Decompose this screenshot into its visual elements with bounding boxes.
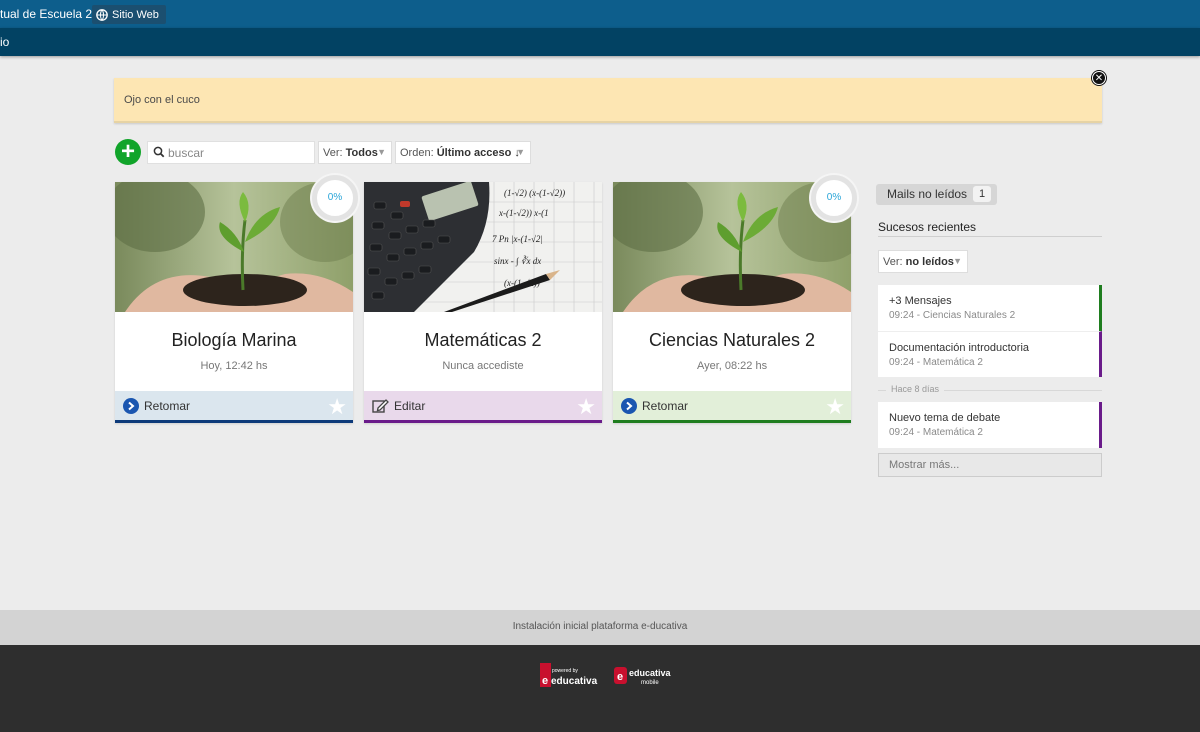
recent-events-title: Sucesos recientes <box>878 220 977 234</box>
svg-text:7 Pn |x-(1-√2|: 7 Pn |x-(1-√2| <box>492 234 543 244</box>
resume-arrow-icon <box>621 398 637 414</box>
course-card[interactable]: Ciencias Naturales 2 Ayer, 08:22 hs Reto… <box>613 182 851 423</box>
events-filter-value: no leídos <box>905 256 954 268</box>
favorite-star-icon[interactable]: ★ <box>825 394 845 420</box>
nav-bar: io <box>0 28 1200 56</box>
site-name[interactable]: tual de Escuela 2.0 <box>0 7 102 21</box>
search-input[interactable] <box>168 144 308 161</box>
search-icon <box>153 146 165 158</box>
course-card[interactable]: (1-√2) (x-(1-√2)) x-(1-√2)) x-(1 7 Pn |x… <box>364 182 602 423</box>
course-progress-badge: 0% <box>811 175 857 221</box>
alert-banner: Ojo con el cuco <box>114 78 1102 123</box>
svg-text:sinx - ∫ ∛x dx: sinx - ∫ ∛x dx <box>494 255 541 267</box>
view-filter-label: Ver: <box>323 147 343 159</box>
course-title[interactable]: Matemáticas 2 <box>364 330 602 351</box>
event-title: Nuevo tema de debate <box>889 412 1001 424</box>
svg-text:x-(1-√2)) x-(1: x-(1-√2)) x-(1 <box>498 208 549 218</box>
nav-item[interactable]: io <box>0 35 9 49</box>
order-label: Orden: <box>400 147 434 159</box>
caret-down-icon: ▼ <box>516 147 525 157</box>
add-course-button[interactable]: + <box>115 139 141 165</box>
website-button-label: Sitio Web <box>112 8 159 21</box>
svg-text:mobile: mobile <box>641 680 659 686</box>
favorite-star-icon[interactable]: ★ <box>576 394 596 420</box>
resume-button-label: Retomar <box>144 399 191 413</box>
favorite-star-icon[interactable]: ★ <box>327 394 347 420</box>
footer-logos <box>0 645 1200 732</box>
course-card[interactable]: Biología Marina Hoy, 12:42 hs Retomar ★ <box>115 182 353 423</box>
order-select[interactable]: Orden: Último acceso ↓ ▼ <box>395 141 531 164</box>
event-item[interactable]: +3 Mensajes 09:24 - Ciencias Naturales 2 <box>878 285 1102 331</box>
unread-mails-count: 1 <box>973 186 991 202</box>
unread-mails-button[interactable]: Mails no leídos 1 <box>876 184 997 205</box>
edit-button[interactable]: Editar <box>372 398 425 414</box>
divider <box>878 236 1102 237</box>
events-filter-select[interactable]: Ver: no leídos ▼ <box>878 250 968 273</box>
event-meta: 09:24 - Matemática 2 <box>889 427 983 438</box>
event-item[interactable]: Nuevo tema de debate 09:24 - Matemática … <box>878 402 1102 448</box>
course-last-access: Nunca accediste <box>442 360 524 372</box>
resume-button[interactable]: Retomar <box>621 398 688 414</box>
event-meta: 09:24 - Matemática 2 <box>889 357 983 368</box>
event-title: +3 Mensajes <box>889 295 952 307</box>
event-item[interactable]: Documentación introductoria 09:24 - Mate… <box>878 331 1102 377</box>
date-separator: Hace 8 días <box>878 384 1102 396</box>
caret-down-icon: ▼ <box>377 147 386 157</box>
view-filter-value: Todos <box>345 147 378 159</box>
course-card-footer: Editar ★ <box>364 391 602 423</box>
view-filter-select[interactable]: Ver: Todos ▼ <box>318 141 392 164</box>
website-button[interactable]: Sitio Web <box>92 5 166 24</box>
date-separator-label: Hace 8 días <box>886 384 945 394</box>
svg-text:educativa: educativa <box>551 676 598 687</box>
course-card-footer: Retomar ★ <box>613 391 851 423</box>
course-progress-badge: 0% <box>312 175 358 221</box>
search-box <box>147 141 315 164</box>
show-more-button[interactable]: Mostrar más... <box>878 453 1102 477</box>
globe-icon <box>96 8 108 21</box>
order-value: Último acceso ↓ <box>436 147 520 159</box>
footer-info: Instalación inicial plataforma e-ducativ… <box>0 610 1200 645</box>
course-image-calculator: (1-√2) (x-(1-√2)) x-(1-√2)) x-(1 7 Pn |x… <box>364 182 602 312</box>
events-filter-label: Ver: <box>883 256 903 268</box>
svg-text:powered by: powered by <box>552 668 578 674</box>
svg-text:educativa: educativa <box>629 668 672 678</box>
svg-text:(1-√2) (x-(1-√2)): (1-√2) (x-(1-√2)) <box>504 188 565 198</box>
edit-button-label: Editar <box>394 399 426 413</box>
resume-arrow-icon <box>123 398 139 414</box>
course-last-access: Hoy, 12:42 hs <box>200 360 268 372</box>
alert-message: Ojo con el cuco <box>124 94 200 106</box>
caret-down-icon: ▼ <box>953 256 962 266</box>
edit-icon <box>372 399 389 413</box>
educativa-mobile-logo[interactable]: e educativa mobile <box>614 666 678 686</box>
educativa-logo[interactable]: e powered by educativa <box>540 663 598 687</box>
footer-text: Instalación inicial plataforma e-ducativ… <box>512 621 688 632</box>
course-last-access: Ayer, 08:22 hs <box>696 360 768 372</box>
svg-text:e: e <box>617 671 623 683</box>
course-card-footer: Retomar ★ <box>115 391 353 423</box>
resume-button[interactable]: Retomar <box>123 398 190 414</box>
resume-button-label: Retomar <box>642 399 689 413</box>
svg-text:e: e <box>542 675 548 687</box>
course-title[interactable]: Biología Marina <box>115 330 353 351</box>
unread-mails-label: Mails no leídos <box>887 187 968 201</box>
event-meta: 09:24 - Ciencias Naturales 2 <box>889 310 1016 321</box>
course-title[interactable]: Ciencias Naturales 2 <box>613 330 851 351</box>
close-icon[interactable]: ✕ <box>1092 71 1106 85</box>
event-title: Documentación introductoria <box>889 342 1030 354</box>
top-bar: tual de Escuela 2.0 Sitio Web <box>0 0 1200 28</box>
